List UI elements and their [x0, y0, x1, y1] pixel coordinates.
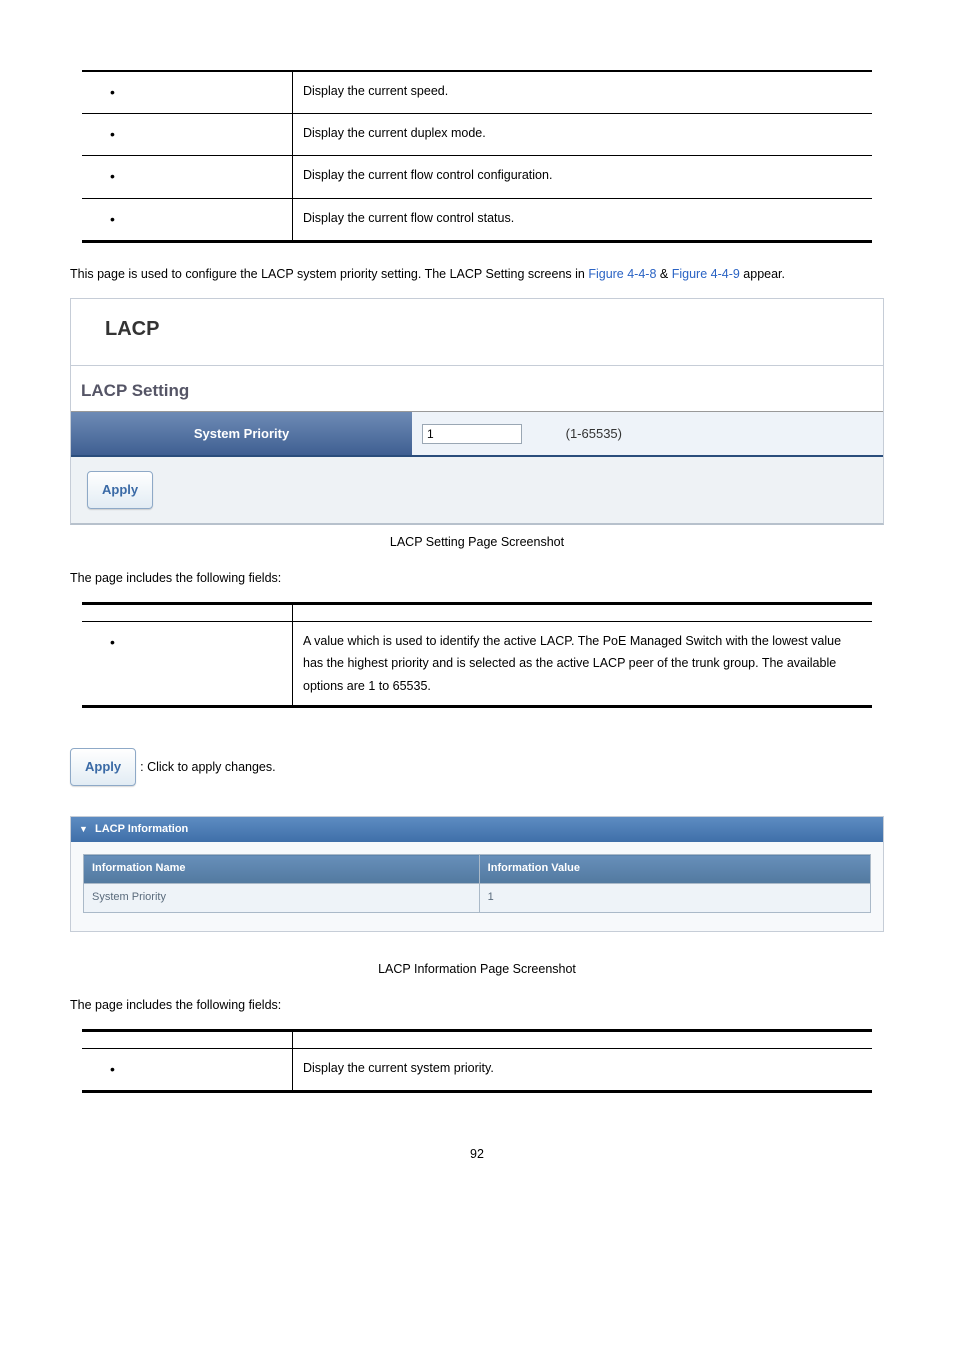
fields-intro-1: The page includes the following fields: [70, 567, 884, 590]
row-label [82, 114, 293, 156]
figure-caption-2: LACP Information Page Screenshot [20, 958, 934, 981]
row-desc: Display the current flow control configu… [293, 156, 873, 198]
system-priority-range: (1-65535) [526, 426, 622, 441]
bullet-icon [92, 213, 125, 227]
row-desc: Display the current flow control status. [293, 198, 873, 240]
lacp-information-panel: ▼ LACP Information Information Name Info… [70, 816, 884, 932]
apply-description-line: Apply : Click to apply changes. [70, 748, 884, 785]
row-label [82, 1048, 293, 1090]
figure-link-2[interactable]: Figure 4-4-9 [672, 267, 740, 281]
page-number: 92 [20, 1143, 934, 1166]
row-desc: Display the current system priority. [293, 1048, 873, 1090]
intro-paragraph: This page is used to configure the LACP … [70, 261, 884, 289]
row-label [82, 198, 293, 240]
property-table: Display the current speed.Display the cu… [82, 71, 872, 240]
info-name-cell: System Priority [84, 884, 480, 913]
fields-table-2: Display the current system priority. [82, 1032, 872, 1090]
info-value-cell: 1 [479, 884, 870, 913]
fields-intro-2: The page includes the following fields: [70, 994, 884, 1017]
row-label [82, 72, 293, 114]
table-row: Display the current duplex mode. [82, 114, 872, 156]
bullet-icon [92, 170, 125, 184]
bullet-icon [92, 636, 125, 650]
table-row: Display the current speed. [82, 72, 872, 114]
table-row: Display the current system priority. [82, 1048, 872, 1090]
panel-section-title: LACP Setting [71, 366, 883, 412]
row-desc: Display the current speed. [293, 72, 873, 114]
row-desc: Display the current duplex mode. [293, 114, 873, 156]
figure-caption-1: LACP Setting Page Screenshot [20, 531, 934, 554]
table-row: A value which is used to identify the ac… [82, 621, 872, 705]
chevron-down-icon: ▼ [79, 821, 88, 837]
bullet-icon [92, 1063, 125, 1077]
info-name-header: Information Name [84, 855, 480, 884]
system-priority-header: System Priority [71, 412, 412, 456]
lacp-info-collapse-header[interactable]: ▼ LACP Information [71, 817, 883, 843]
intro-amp: & [660, 267, 672, 281]
table-row: Display the current flow control status. [82, 198, 872, 240]
row-label [82, 621, 293, 705]
lacp-setting-table: System Priority (1-65535) [71, 412, 883, 457]
apply-desc-text: : Click to apply changes. [140, 756, 276, 779]
info-value-header: Information Value [479, 855, 870, 884]
table-row: Display the current flow control configu… [82, 156, 872, 198]
fields-table-1: A value which is used to identify the ac… [82, 605, 872, 706]
apply-button-inline[interactable]: Apply [70, 748, 136, 785]
apply-button[interactable]: Apply [87, 471, 153, 508]
intro-text-a: This page is used to configure the LACP … [70, 267, 588, 281]
panel-title: LACP [71, 299, 883, 366]
system-priority-input[interactable] [422, 424, 522, 444]
intro-text-b: appear. [743, 267, 785, 281]
bullet-icon [92, 86, 125, 100]
row-desc: A value which is used to identify the ac… [293, 621, 873, 705]
bullet-icon [92, 128, 125, 142]
figure-link-1[interactable]: Figure 4-4-8 [588, 267, 656, 281]
lacp-info-table: Information Name Information Value Syste… [83, 854, 871, 913]
lacp-setting-panel: LACP LACP Setting System Priority (1-655… [70, 298, 884, 524]
row-label [82, 156, 293, 198]
lacp-info-header-label: LACP Information [95, 823, 188, 835]
